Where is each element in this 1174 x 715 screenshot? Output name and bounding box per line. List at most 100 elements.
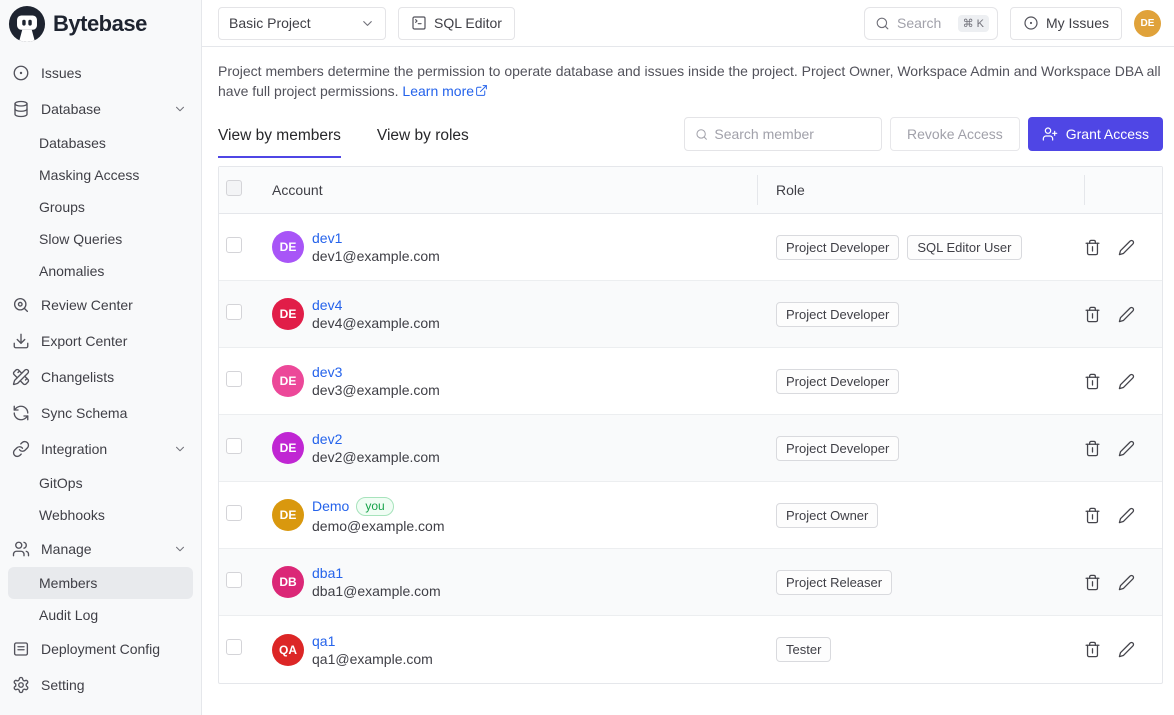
account-cell: DEDemoyoudemo@example.com — [272, 497, 757, 534]
sidebar-item-changelists[interactable]: Changelists — [8, 359, 193, 395]
table-row: DE dev3 dev3@example.com Project Developer — [219, 348, 1162, 415]
member-name-link[interactable]: dev3 — [312, 364, 342, 380]
role-badge: Project Owner — [776, 503, 878, 528]
row-checkbox[interactable] — [226, 639, 242, 655]
delete-member-icon[interactable] — [1084, 239, 1101, 256]
member-email: dev3@example.com — [312, 382, 440, 398]
delete-member-icon[interactable] — [1084, 574, 1101, 591]
delete-member-icon[interactable] — [1084, 507, 1101, 524]
sidebar-item-deployment-config[interactable]: Deployment Config — [8, 631, 193, 667]
account-cell: DE dev2 dev2@example.com — [272, 431, 757, 465]
edit-member-icon[interactable] — [1118, 507, 1135, 524]
sql-editor-button[interactable]: SQL Editor — [398, 7, 515, 40]
my-issues-button[interactable]: My Issues — [1010, 7, 1122, 40]
row-checkbox[interactable] — [226, 572, 242, 588]
role-cell: Project Releaser — [757, 570, 1084, 595]
table-body: DE dev1 dev1@example.com Project Developer S… — [219, 214, 1162, 683]
actions-cell — [1084, 641, 1162, 658]
row-checkbox[interactable] — [226, 505, 242, 521]
terminal-icon — [411, 15, 427, 31]
main-area: Basic Project SQL Editor Search ⌘ K My I… — [202, 0, 1174, 715]
role-badge: SQL Editor User — [907, 235, 1021, 260]
sidebar-item-integration[interactable]: Integration — [8, 431, 193, 467]
project-select-value: Basic Project — [229, 15, 311, 31]
grant-access-button[interactable]: Grant Access — [1028, 117, 1163, 151]
column-header-role: Role — [757, 167, 1084, 213]
edit-member-icon[interactable] — [1118, 373, 1135, 390]
delete-member-icon[interactable] — [1084, 306, 1101, 323]
sidebar-item-anomalies[interactable]: Anomalies — [8, 255, 193, 287]
members-controls: View by members View by roles Revoke Acc… — [218, 117, 1163, 158]
sidebar-item-audit-log[interactable]: Audit Log — [8, 599, 193, 631]
brand-logo[interactable]: Bytebase — [0, 0, 201, 47]
circle-dot-icon — [1023, 15, 1039, 31]
member-name-link[interactable]: dba1 — [312, 565, 343, 581]
topbar: Basic Project SQL Editor Search ⌘ K My I… — [202, 0, 1174, 47]
member-email: dev1@example.com — [312, 248, 440, 264]
role-cell: Project Developer SQL Editor User — [757, 235, 1084, 260]
select-all-checkbox[interactable] — [226, 180, 242, 196]
sidebar-item-manage[interactable]: Manage — [8, 531, 193, 567]
delete-member-icon[interactable] — [1084, 641, 1101, 658]
users-icon — [12, 540, 30, 558]
sidebar-item-issues[interactable]: Issues — [8, 55, 193, 91]
edit-member-icon[interactable] — [1118, 440, 1135, 457]
member-search-input[interactable] — [714, 126, 871, 142]
avatar: DE — [272, 432, 304, 464]
member-name-link[interactable]: dev4 — [312, 297, 342, 313]
sidebar-item-label: Manage — [41, 541, 92, 557]
edit-member-icon[interactable] — [1118, 239, 1135, 256]
row-checkbox[interactable] — [226, 438, 242, 454]
sidebar-item-review-center[interactable]: Review Center — [8, 287, 193, 323]
sidebar-item-label: Setting — [41, 677, 85, 693]
member-name-link[interactable]: dev2 — [312, 431, 342, 447]
member-email: dba1@example.com — [312, 583, 441, 599]
delete-member-icon[interactable] — [1084, 373, 1101, 390]
row-checkbox[interactable] — [226, 237, 242, 253]
sidebar-item-gitops[interactable]: GitOps — [8, 467, 193, 499]
bytebase-logo-icon — [8, 5, 46, 43]
edit-member-icon[interactable] — [1118, 641, 1135, 658]
global-search-input[interactable]: Search ⌘ K — [864, 7, 998, 40]
sidebar-item-databases[interactable]: Databases — [8, 127, 193, 159]
member-name-link[interactable]: qa1 — [312, 633, 335, 649]
role-badge: Project Developer — [776, 235, 899, 260]
sidebar-item-groups[interactable]: Groups — [8, 191, 193, 223]
revoke-access-button[interactable]: Revoke Access — [890, 117, 1020, 151]
sidebar-item-database[interactable]: Database — [8, 91, 193, 127]
sidebar-item-slow-queries[interactable]: Slow Queries — [8, 223, 193, 255]
row-checkbox[interactable] — [226, 304, 242, 320]
file-list-icon — [12, 640, 30, 658]
edit-member-icon[interactable] — [1118, 306, 1135, 323]
sidebar-item-masking-access[interactable]: Masking Access — [8, 159, 193, 191]
sidebar-item-label: Groups — [39, 199, 85, 215]
members-table: Account Role DE dev1 dev1@example.com Proje… — [218, 166, 1163, 684]
table-row: DEdev1dev1@example.comProject DeveloperS… — [219, 214, 1162, 281]
column-header-account: Account — [272, 167, 757, 213]
sidebar-item-members[interactable]: Members — [8, 567, 193, 599]
member-name-link[interactable]: Demo — [312, 498, 349, 514]
chevron-down-icon — [173, 442, 187, 456]
tab-view-by-members[interactable]: View by members — [218, 127, 341, 158]
project-select[interactable]: Basic Project — [218, 7, 386, 40]
sidebar-item-setting[interactable]: Setting — [8, 667, 193, 703]
tab-view-by-roles[interactable]: View by roles — [377, 127, 469, 158]
sidebar-item-label: Audit Log — [39, 607, 98, 623]
delete-member-icon[interactable] — [1084, 440, 1101, 457]
user-avatar[interactable]: DE — [1134, 10, 1161, 37]
sidebar-item-label: Review Center — [41, 297, 133, 313]
sidebar-item-webhooks[interactable]: Webhooks — [8, 499, 193, 531]
edit-member-icon[interactable] — [1118, 574, 1135, 591]
sidebar-item-sync-schema[interactable]: Sync Schema — [8, 395, 193, 431]
sidebar-item-label: Databases — [39, 135, 106, 151]
sidebar-item-label: Integration — [41, 441, 107, 457]
member-name-link[interactable]: dev1 — [312, 230, 342, 246]
row-checkbox[interactable] — [226, 371, 242, 387]
learn-more-link[interactable]: Learn more — [402, 83, 474, 99]
role-badge: Project Developer — [776, 369, 899, 394]
member-search-box — [684, 117, 882, 151]
avatar: DE — [272, 365, 304, 397]
download-icon — [12, 332, 30, 350]
sidebar-item-export-center[interactable]: Export Center — [8, 323, 193, 359]
member-email: dev2@example.com — [312, 449, 440, 465]
